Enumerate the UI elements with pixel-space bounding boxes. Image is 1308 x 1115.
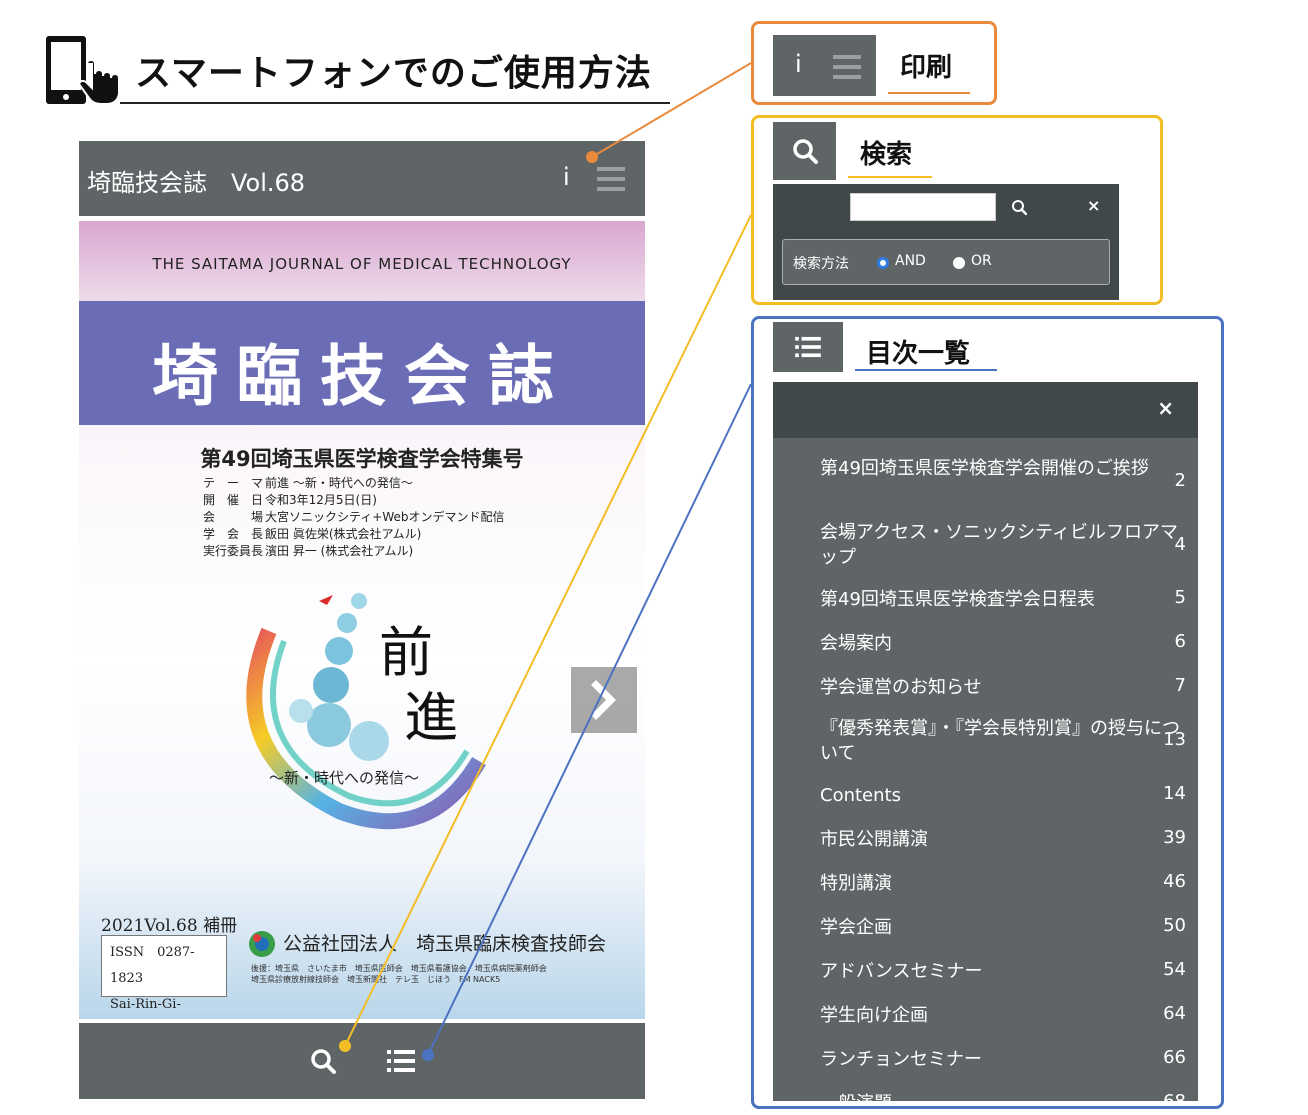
toc-connector-dot <box>422 1049 434 1061</box>
print-connector <box>591 62 752 158</box>
print-connector-dot <box>586 151 598 163</box>
toc-connector <box>427 383 752 1056</box>
connector-lines <box>339 62 752 1061</box>
search-connector-dot <box>339 1040 351 1052</box>
search-connector <box>344 214 752 1047</box>
